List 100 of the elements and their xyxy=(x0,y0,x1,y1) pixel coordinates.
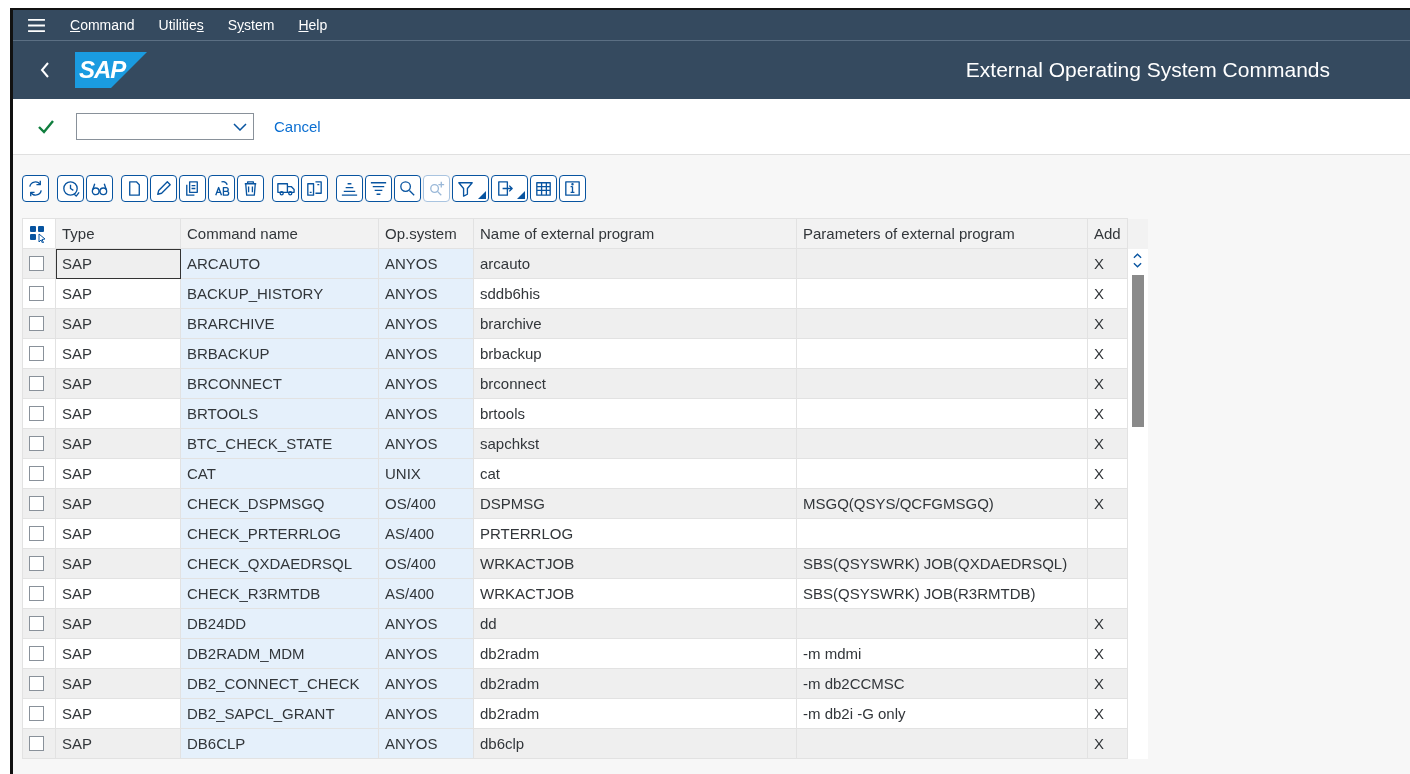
table-cell: -m db2i -G only xyxy=(796,698,1088,729)
grid-button[interactable] xyxy=(530,175,557,202)
table-cell: PRTERRLOG xyxy=(473,518,797,549)
table-cell: SAP xyxy=(55,398,181,429)
table-cell: DSPMSG xyxy=(473,488,797,519)
table-cell: SAP xyxy=(55,728,181,759)
table-cell: ANYOS xyxy=(378,338,474,369)
scroll-up-icon[interactable] xyxy=(1133,252,1143,259)
clock-check-icon xyxy=(60,178,81,199)
trash-button[interactable] xyxy=(237,175,264,202)
column-header[interactable]: Parameters of external program xyxy=(796,218,1088,249)
table-cell: arcauto xyxy=(473,248,797,279)
back-icon[interactable] xyxy=(39,60,51,80)
table-cell: CHECK_DSPMSGQ xyxy=(180,488,379,519)
scroll-down-icon[interactable] xyxy=(1133,261,1143,268)
dropdown-icon[interactable] xyxy=(478,191,486,199)
table-cell: ANYOS xyxy=(378,368,474,399)
table-cell: DB24DD xyxy=(180,608,379,639)
pencil-button[interactable] xyxy=(150,175,177,202)
row-checkbox[interactable] xyxy=(29,646,44,661)
clock-check-button[interactable] xyxy=(57,175,84,202)
menu-item[interactable]: Command xyxy=(70,17,135,33)
sort-descending-button[interactable] xyxy=(365,175,392,202)
search-button[interactable] xyxy=(394,175,421,202)
row-checkbox[interactable] xyxy=(29,256,44,271)
copy-button[interactable] xyxy=(179,175,206,202)
column-header[interactable]: Name of external program xyxy=(473,218,797,249)
table-cell: UNIX xyxy=(378,458,474,489)
table-cell: ANYOS xyxy=(378,608,474,639)
menu-icon[interactable] xyxy=(27,17,46,33)
table-cell: SAP xyxy=(55,368,181,399)
menu-item[interactable]: Help xyxy=(298,17,328,33)
documents-button[interactable] xyxy=(301,175,328,202)
row-checkbox[interactable] xyxy=(29,406,44,421)
column-header[interactable]: Add xyxy=(1087,218,1128,249)
dropdown-icon[interactable] xyxy=(517,191,525,199)
menu-item[interactable]: Utilities xyxy=(158,17,204,33)
table-cell: DB2_SAPCL_GRANT xyxy=(180,698,379,729)
table-cell: SAP xyxy=(55,488,181,519)
letters-button[interactable] xyxy=(208,175,235,202)
row-checkbox[interactable] xyxy=(29,466,44,481)
table-cell: SAP xyxy=(55,278,181,309)
table-cell: db2radm xyxy=(473,638,797,669)
table-cell: sddb6his xyxy=(473,278,797,309)
column-header[interactable]: Op.system xyxy=(378,218,474,249)
table-cell: CAT xyxy=(180,458,379,489)
row-checkbox[interactable] xyxy=(29,676,44,691)
table-cell: SBS(QSYSWRK) JOB(R3RMTDB) xyxy=(796,578,1088,609)
column-header[interactable]: Command name xyxy=(180,218,379,249)
page-button[interactable] xyxy=(121,175,148,202)
table-cell: WRKACTJOB xyxy=(473,548,797,579)
row-checkbox[interactable] xyxy=(29,376,44,391)
row-checkbox[interactable] xyxy=(29,706,44,721)
logo: SAP xyxy=(75,52,147,88)
table-cell: cat xyxy=(473,458,797,489)
table-cell: WRKACTJOB xyxy=(473,578,797,609)
table-cell: SAP xyxy=(55,338,181,369)
column-header[interactable]: Type xyxy=(55,218,181,249)
table-cell: DB6CLP xyxy=(180,728,379,759)
glasses-button[interactable] xyxy=(86,175,113,202)
row-checkbox[interactable] xyxy=(29,436,44,451)
export-button[interactable] xyxy=(491,175,528,202)
select-all-icon[interactable] xyxy=(29,224,47,243)
table-cell: SAP xyxy=(55,668,181,699)
table-cell: SAP xyxy=(55,308,181,339)
table-cell: CHECK_R3RMTDB xyxy=(180,578,379,609)
truck-button[interactable] xyxy=(272,175,299,202)
dropdown-icon[interactable] xyxy=(233,122,247,131)
row-checkbox[interactable] xyxy=(29,286,44,301)
row-checkbox[interactable] xyxy=(29,616,44,631)
table-cell: SAP xyxy=(55,518,181,549)
row-checkbox[interactable] xyxy=(29,556,44,571)
info-button[interactable] xyxy=(559,175,586,202)
table-cell: ANYOS xyxy=(378,668,474,699)
checkmark-icon[interactable] xyxy=(38,119,54,134)
menu-item[interactable]: System xyxy=(227,17,275,33)
row-checkbox[interactable] xyxy=(29,346,44,361)
cancel-button[interactable]: Cancel xyxy=(270,116,325,137)
table-cell: SAP xyxy=(55,458,181,489)
table-cell: CHECK_QXDAEDRSQL xyxy=(180,548,379,579)
table-cell: SAP xyxy=(55,638,181,669)
sort-ascending-button[interactable] xyxy=(336,175,363,202)
filter-button[interactable] xyxy=(452,175,489,202)
table-cell: OS/400 xyxy=(378,488,474,519)
refresh-button[interactable] xyxy=(22,175,49,202)
table-cell: brtools xyxy=(473,398,797,429)
table-cell: db2radm xyxy=(473,668,797,699)
command-field[interactable] xyxy=(76,113,254,140)
table-cell: SAP xyxy=(55,698,181,729)
table-cell: ANYOS xyxy=(378,308,474,339)
table-cell: MSGQ(QSYS/QCFGMSGQ) xyxy=(796,488,1088,519)
row-checkbox[interactable] xyxy=(29,736,44,751)
row-checkbox[interactable] xyxy=(29,316,44,331)
row-checkbox[interactable] xyxy=(29,586,44,601)
scrollbar-thumb[interactable] xyxy=(1131,274,1144,427)
table-cell: ARCAUTO xyxy=(180,248,379,279)
table-cell: db2radm xyxy=(473,698,797,729)
row-checkbox[interactable] xyxy=(29,526,44,541)
row-checkbox[interactable] xyxy=(29,496,44,511)
table-cell: ANYOS xyxy=(378,248,474,279)
